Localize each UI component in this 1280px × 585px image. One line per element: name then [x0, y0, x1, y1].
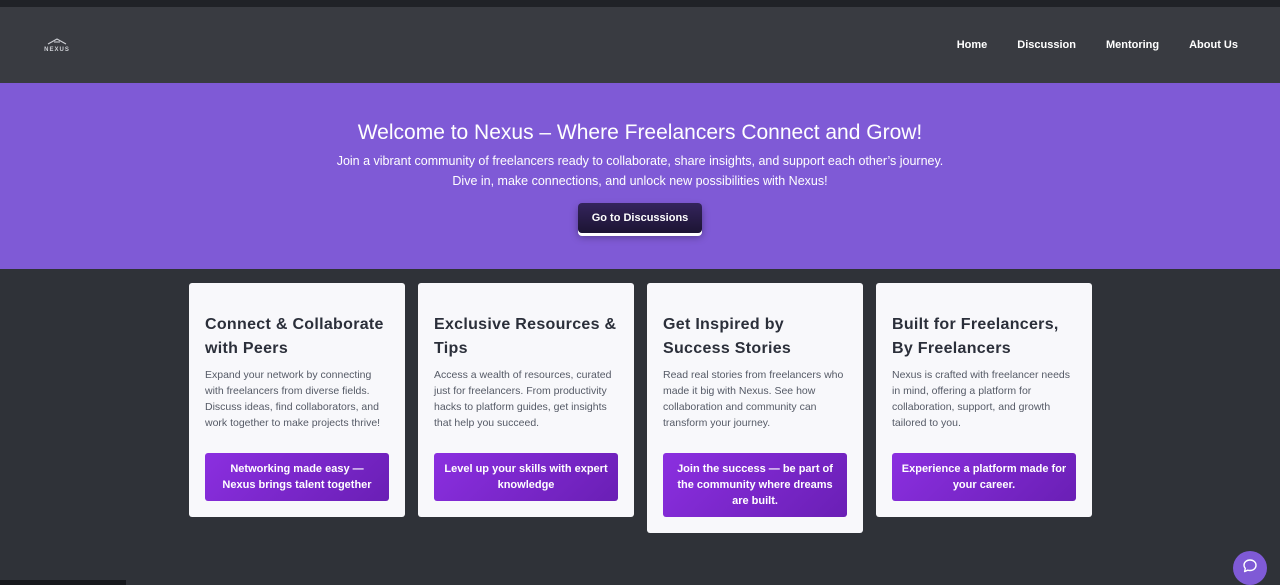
card-button-join-success[interactable]: Join the success — be part of the commun… — [663, 453, 847, 517]
nav-link-discussion[interactable]: Discussion — [1017, 39, 1076, 51]
chat-bubble-icon — [1242, 558, 1258, 579]
go-to-discussions-button[interactable]: Go to Discussions — [577, 203, 703, 233]
chat-button[interactable] — [1233, 551, 1267, 585]
hero-title: Welcome to Nexus – Where Freelancers Con… — [357, 121, 923, 144]
nav-link-about-us[interactable]: About Us — [1189, 39, 1238, 51]
nav-link-home[interactable]: Home — [957, 39, 988, 51]
nexus-logo[interactable]: NEXUS — [40, 37, 74, 54]
card-title: Connect & Collaborate with Peers — [205, 316, 384, 357]
bottom-bar — [0, 580, 126, 585]
nav-links: Home Discussion Mentoring About Us — [927, 39, 1238, 51]
feature-card-connect: Connect & Collaborate with Peers Expand … — [189, 283, 405, 517]
card-button-level-up[interactable]: Level up your skills with expert knowled… — [434, 453, 618, 501]
navbar: NEXUS Home Discussion Mentoring About Us — [0, 7, 1280, 83]
hero-subtitle-line-1: Join a vibrant community of freelancers … — [336, 154, 944, 168]
top-strip — [0, 0, 1280, 7]
logo-mark-icon — [46, 37, 68, 47]
card-text: Nexus is crafted with freelancer needs i… — [892, 369, 1071, 429]
hero-subtitle-line-2: Dive in, make connections, and unlock ne… — [452, 174, 828, 188]
card-title: Built for Freelancers, By Freelancers — [892, 316, 1059, 357]
feature-cards: Connect & Collaborate with Peers Expand … — [189, 283, 1092, 533]
logo-text: NEXUS — [44, 46, 70, 53]
feature-card-resources: Exclusive Resources & Tips Access a weal… — [418, 283, 634, 517]
nav-link-mentoring[interactable]: Mentoring — [1106, 39, 1159, 51]
card-text: Read real stories from freelancers who m… — [663, 369, 844, 429]
card-button-networking[interactable]: Networking made easy — Nexus brings tale… — [205, 453, 389, 501]
card-text: Expand your network by connecting with f… — [205, 369, 381, 429]
feature-card-success-stories: Get Inspired by Success Stories Read rea… — [647, 283, 863, 533]
card-title: Get Inspired by Success Stories — [663, 316, 792, 357]
card-title: Exclusive Resources & Tips — [434, 316, 617, 357]
card-button-experience-platform[interactable]: Experience a platform made for your care… — [892, 453, 1076, 501]
hero-section: Welcome to Nexus – Where Freelancers Con… — [0, 83, 1280, 269]
feature-card-built-for-freelancers: Built for Freelancers, By Freelancers Ne… — [876, 283, 1092, 517]
card-text: Access a wealth of resources, curated ju… — [434, 369, 612, 429]
